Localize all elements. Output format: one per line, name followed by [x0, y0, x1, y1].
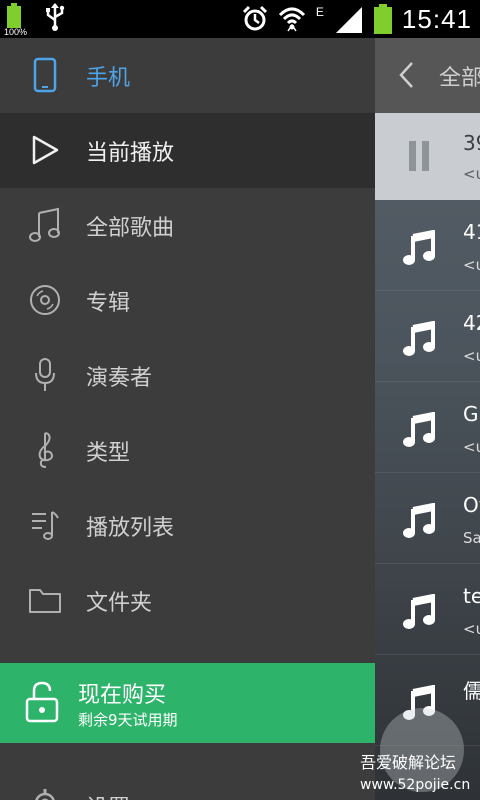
drawer-item-label: 全部歌曲: [86, 215, 175, 241]
song-title: 39: [463, 131, 480, 155]
usb-icon: [46, 3, 65, 31]
back-arrow-icon[interactable]: [397, 60, 415, 90]
alarm-icon: [242, 5, 267, 31]
buy-now-banner[interactable]: 现在购买 剩余9天试用期: [0, 663, 375, 743]
drawer-item-playlists[interactable]: 播放列表: [0, 488, 375, 563]
watermark-line2: www.52pojie.cn: [360, 777, 471, 793]
battery-small-icon: 100%: [4, 2, 28, 37]
watermark: 吾爱破解论坛 www.52pojie.cn: [360, 752, 480, 796]
song-row[interactable]: te <u: [375, 564, 480, 655]
phone-icon: [26, 55, 64, 95]
drawer-item-all-songs[interactable]: 全部歌曲: [0, 188, 375, 263]
song-row[interactable]: 41 <u: [375, 200, 480, 291]
song-title: te: [463, 584, 480, 608]
song-subtitle: <u: [463, 165, 480, 183]
drawer-item-settings[interactable]: 设置: [0, 778, 375, 800]
music-note-icon: [26, 205, 64, 245]
drawer-item-label: 文件夹: [86, 590, 153, 616]
drawer-item-label: 当前播放: [86, 140, 175, 166]
wifi-icon: [278, 7, 305, 32]
drawer-item-label: 手机: [86, 65, 131, 91]
song-subtitle: <u: [463, 347, 480, 365]
drawer-item-label: 专辑: [86, 290, 131, 316]
watermark-line1: 吾爱破解论坛: [360, 753, 457, 772]
folder-icon: [26, 580, 64, 620]
song-title: Gl: [463, 402, 480, 426]
song-subtitle: <u: [463, 620, 480, 638]
song-title: Ov: [463, 493, 480, 517]
pause-icon[interactable]: [409, 141, 429, 171]
unlock-icon: [25, 681, 59, 723]
playlist-icon: [26, 505, 64, 545]
drawer-item-genres[interactable]: 类型: [0, 413, 375, 488]
song-subtitle: <u: [463, 256, 480, 274]
drawer-item-albums[interactable]: 专辑: [0, 263, 375, 338]
treble-clef-icon: [26, 430, 64, 470]
microphone-icon: [26, 355, 64, 395]
song-title: 41: [463, 220, 480, 244]
song-row[interactable]: Ov Sa: [375, 473, 480, 564]
content-title: 全部: [439, 66, 480, 91]
drawer-item-folders[interactable]: 文件夹: [0, 563, 375, 638]
music-note-icon: [403, 230, 435, 265]
buy-title: 现在购买: [78, 683, 167, 708]
drawer-item-phone[interactable]: 手机: [0, 38, 375, 113]
music-note-icon: [403, 503, 435, 538]
navigation-drawer: 手机 当前播放 全部歌曲 专辑 演奏者 类型 播放列表 文件夹 现在购买 剩余9…: [0, 38, 375, 800]
now-playing-row[interactable]: 39 <u: [375, 113, 480, 200]
trial-remaining: 剩余9天试用期: [78, 711, 178, 729]
music-note-icon: [403, 321, 435, 356]
song-subtitle: <u: [463, 438, 480, 456]
drawer-item-label: 播放列表: [86, 515, 175, 541]
song-row[interactable]: 42 <u: [375, 291, 480, 382]
drawer-item-label: 演奏者: [86, 365, 153, 391]
battery-icon: [373, 4, 392, 34]
drawer-item-artists[interactable]: 演奏者: [0, 338, 375, 413]
song-list-panel: 全部 39 <u 41 <u 42 <u: [375, 38, 480, 800]
signal-icon: [335, 7, 362, 33]
song-title: 42: [463, 311, 480, 335]
drawer-item-label: 设置: [86, 790, 130, 800]
drawer-item-now-playing[interactable]: 当前播放: [0, 113, 375, 188]
gear-icon: [35, 789, 55, 800]
music-note-icon: [403, 594, 435, 629]
content-header: 全部: [375, 38, 480, 113]
song-row[interactable]: Gl <u: [375, 382, 480, 473]
status-bar: 100% E 15:41: [0, 0, 480, 38]
album-disc-icon: [26, 280, 64, 320]
song-subtitle: Sa: [463, 529, 480, 547]
play-icon: [26, 130, 64, 170]
clock: 15:41: [401, 3, 472, 34]
network-type: E: [315, 5, 324, 19]
drawer-item-label: 类型: [86, 440, 131, 466]
music-note-icon: [403, 412, 435, 447]
battery-percent: 100%: [4, 27, 28, 37]
song-title: 儒: [463, 679, 480, 703]
